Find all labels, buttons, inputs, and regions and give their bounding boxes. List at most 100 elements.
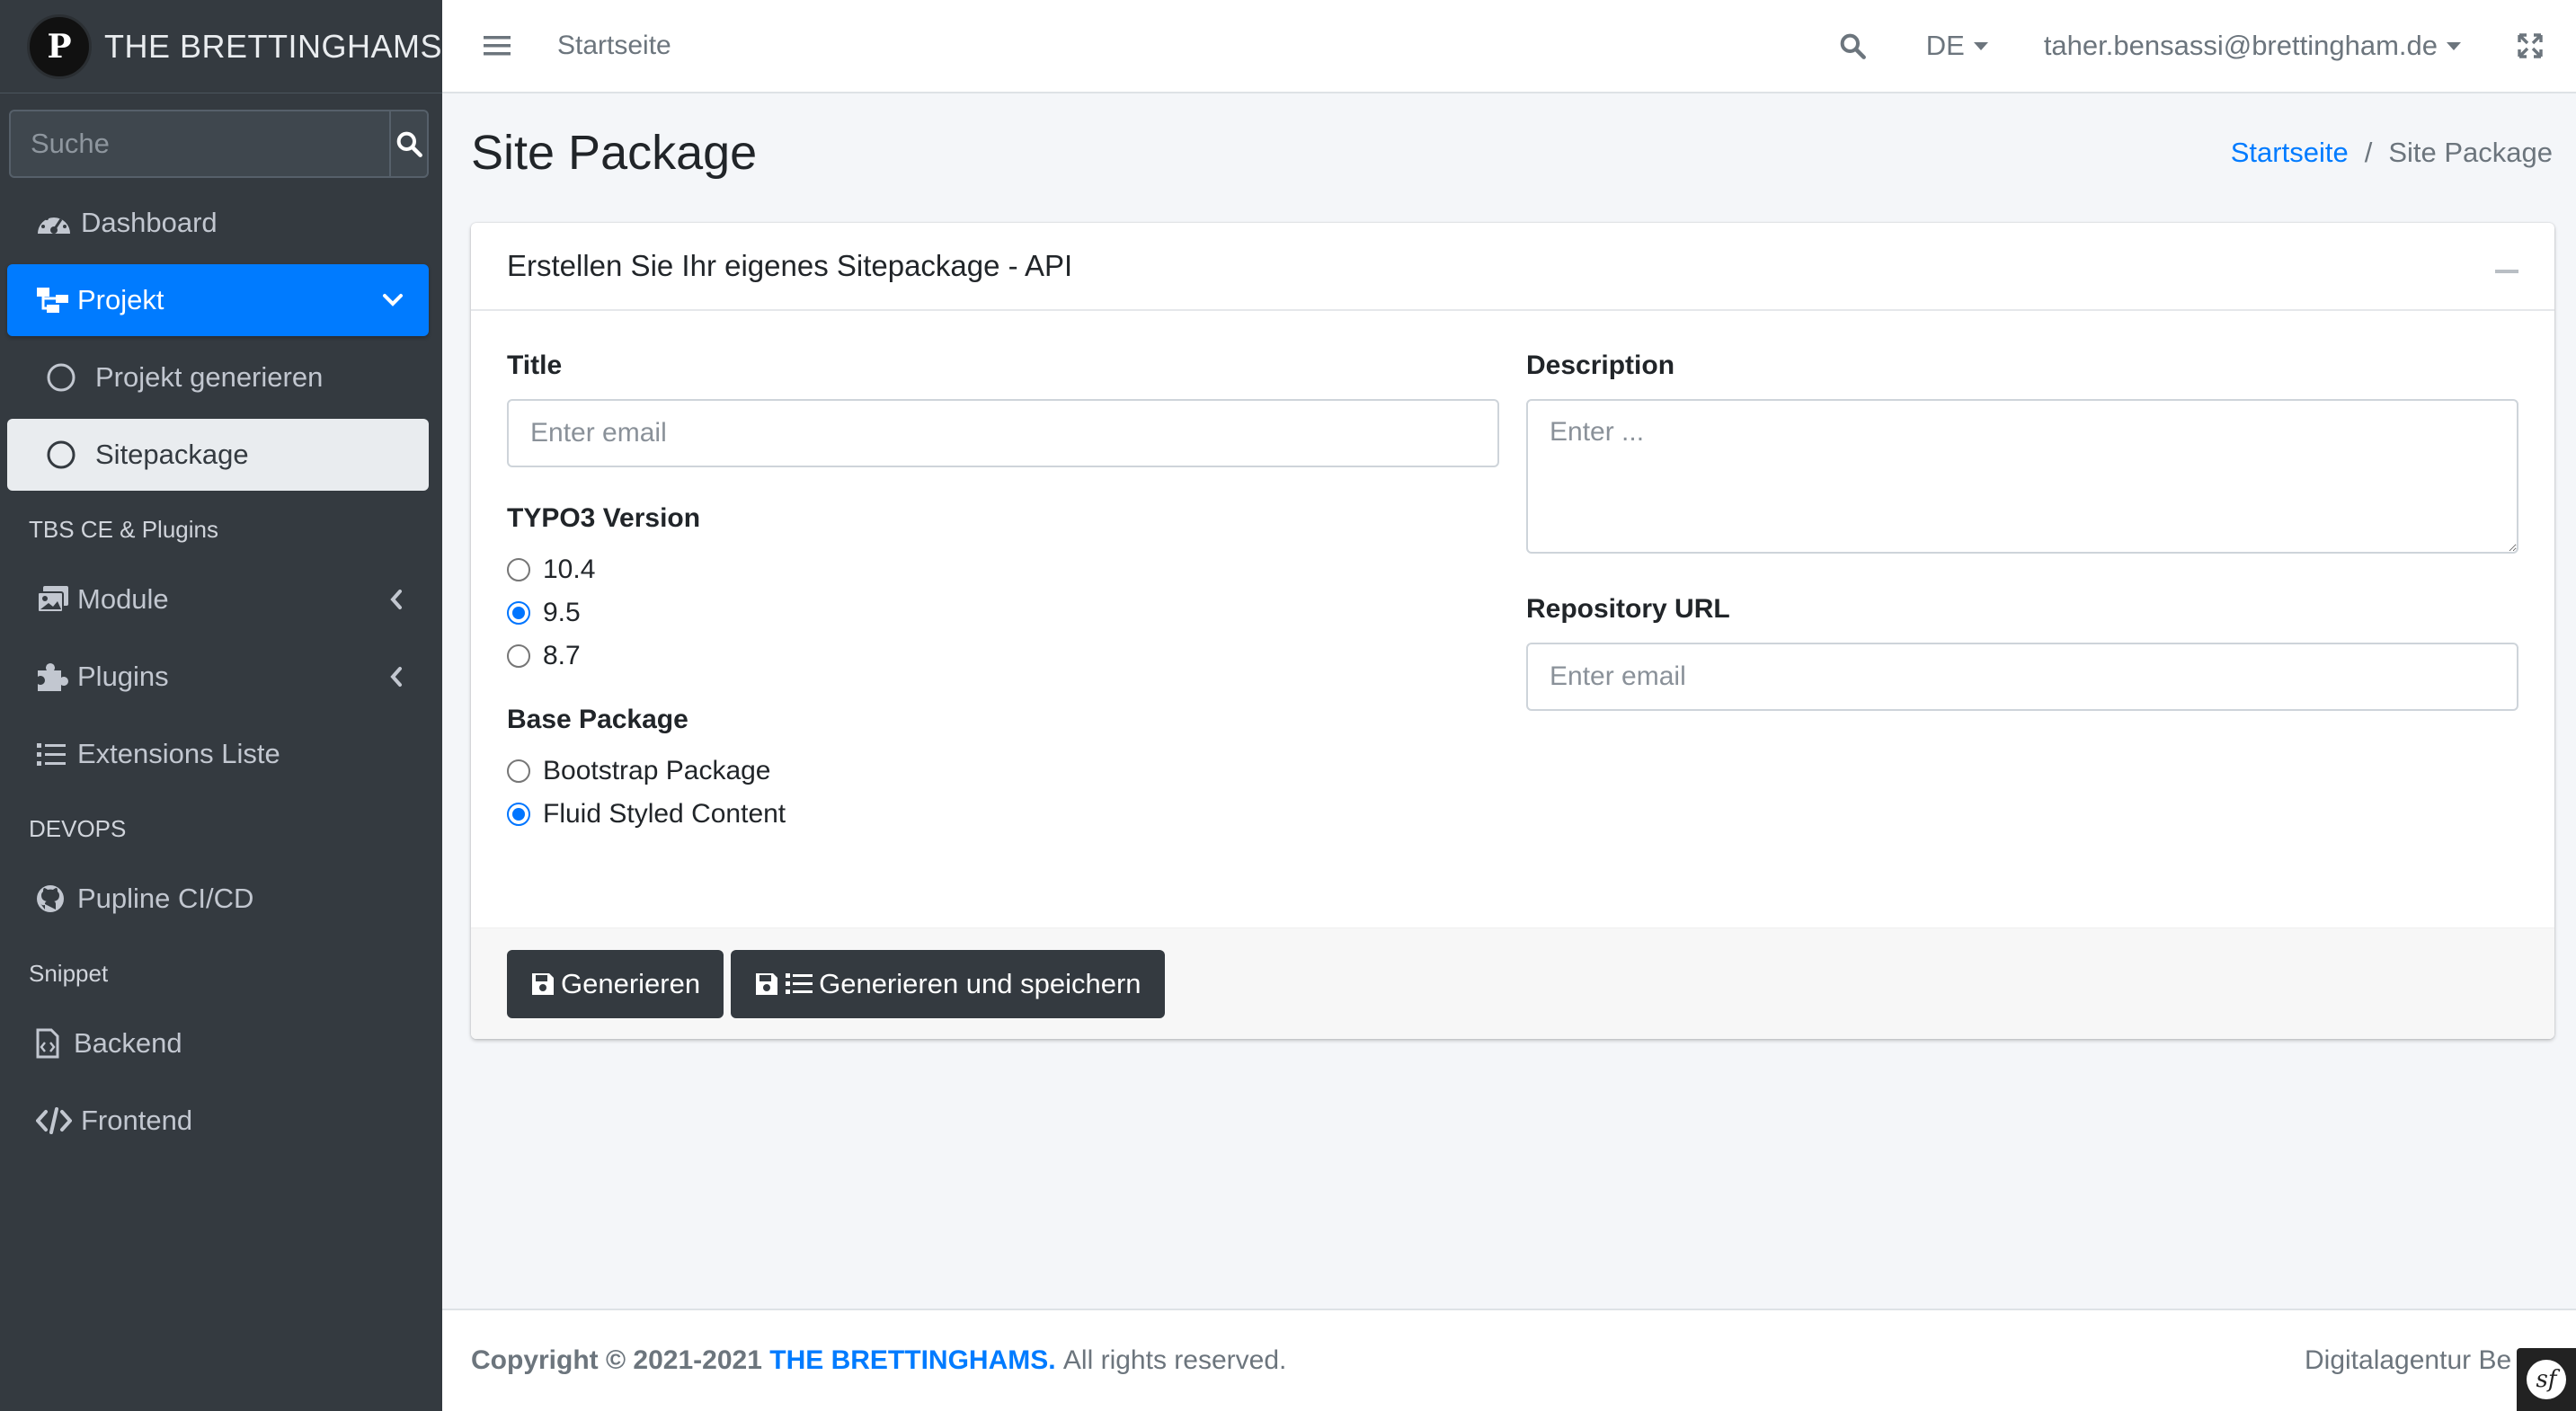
caret-down-icon [2447, 41, 2461, 50]
collapse-minus-icon[interactable] [2495, 270, 2518, 273]
nav-header-snippet: Snippet [29, 960, 109, 987]
radio-label: Fluid Styled Content [543, 799, 786, 829]
chevron-down-icon [382, 293, 404, 307]
sidebar-nav-snippet: Backend Frontend [0, 1007, 442, 1157]
topbar: Startseite DE taher.bensassi@brettingham… [442, 0, 2576, 93]
typo3-option-8-7[interactable]: 8.7 [507, 635, 1499, 678]
user-dropdown[interactable]: taher.bensassi@brettingham.de [2044, 30, 2461, 62]
title-input[interactable] [507, 399, 1499, 467]
breadcrumb: Startseite / Site Package [2231, 137, 2553, 169]
nav-header-devops: DEVOPS [29, 815, 127, 842]
topbar-search-button[interactable] [1838, 31, 1867, 60]
repository-url-label: Repository URL [1526, 594, 1730, 624]
sitemap-icon [36, 286, 72, 315]
sidebar-item-label: Plugins [77, 661, 169, 692]
language-dropdown[interactable]: DE [1926, 30, 1988, 62]
language-label: DE [1925, 30, 1965, 61]
radio-button[interactable] [507, 644, 530, 668]
generate-button[interactable]: Generieren [507, 949, 724, 1018]
github-icon [36, 884, 72, 913]
sidebar-item-label: Dashboard [81, 207, 218, 238]
circle-icon [45, 361, 90, 394]
page-footer: Copyright © 2021-2021 THE BRETTINGHAMS. … [442, 1309, 2576, 1411]
sidebar: P THE BRETTINGHAMS Dashboard Projekt [0, 0, 442, 1411]
radio-button-checked[interactable] [507, 803, 530, 826]
brand-name: THE BRETTINGHAMS [104, 27, 443, 65]
expand-arrows-icon [2518, 33, 2543, 58]
sidebar-search [9, 110, 429, 178]
topbar-home-link[interactable]: Startseite [557, 31, 671, 61]
sidebar-item-dashboard[interactable]: Dashboard [7, 187, 429, 259]
fullscreen-button[interactable] [2517, 32, 2544, 59]
generate-save-button[interactable]: Generieren und speichern [731, 949, 1165, 1018]
list-icon [36, 741, 72, 768]
list-icon [786, 972, 813, 994]
sidebar-item-projekt-generieren[interactable]: Projekt generieren [7, 342, 429, 413]
base-option-bootstrap[interactable]: Bootstrap Package [507, 750, 1499, 793]
card-header: Erstellen Sie Ihr eigenes Sitepackage - … [471, 223, 2554, 311]
content-header: Site Package Startseite / Site Package [471, 117, 2553, 189]
nav-header-tbs: TBS CE & Plugins [29, 516, 218, 543]
radio-label: Bootstrap Package [543, 756, 771, 785]
sidebar-item-frontend[interactable]: Frontend [7, 1085, 429, 1157]
chevron-left-icon [389, 666, 404, 688]
form-column-left: Title TYPO3 Version 10.4 9.5 8.7 Base Pa… [507, 351, 1499, 836]
save-icon [756, 972, 778, 995]
generate-save-button-label: Generieren und speichern [819, 967, 1141, 999]
radio-button[interactable] [507, 759, 530, 783]
sidebar-nav-tbs: Module Plugins Extensions Liste [0, 564, 442, 790]
brand-logo: P [27, 13, 92, 79]
sidebar-item-module[interactable]: Module [7, 564, 429, 635]
sidebar-item-plugins[interactable]: Plugins [7, 641, 429, 713]
radio-label: 10.4 [543, 555, 596, 584]
description-textarea[interactable] [1526, 399, 2518, 554]
sidebar-item-label: Backend [74, 1027, 182, 1059]
sidebar-item-projekt[interactable]: Projekt [7, 264, 429, 336]
symfony-toolbar-toggle[interactable]: sf [2517, 1348, 2576, 1411]
brand-link[interactable]: P THE BRETTINGHAMS [0, 0, 442, 93]
card-footer: Generieren Generieren und speichern [471, 927, 2554, 1039]
sidebar-item-label: Projekt generieren [95, 361, 324, 393]
typo3-option-9-5[interactable]: 9.5 [507, 591, 1499, 635]
repository-url-input[interactable] [1526, 643, 2518, 711]
search-icon [1840, 33, 1866, 59]
sidebar-item-extensions-liste[interactable]: Extensions Liste [7, 718, 429, 790]
puzzle-icon [36, 661, 72, 692]
symfony-logo-icon: sf [2527, 1360, 2566, 1399]
title-label: Title [507, 351, 563, 380]
sidebar-item-label: Pupline CI/CD [77, 883, 254, 914]
copyright-text: Copyright © 2021-2021 [471, 1345, 762, 1375]
sitepackage-card: Erstellen Sie Ihr eigenes Sitepackage - … [471, 223, 2554, 1039]
topbar-right: DE taher.bensassi@brettingham.de [1838, 30, 2576, 62]
radio-button[interactable] [507, 558, 530, 581]
code-icon [36, 1106, 76, 1135]
sidebar-search-input[interactable] [11, 111, 389, 176]
sidebar-item-label: Module [77, 583, 169, 615]
sidebar-item-backend[interactable]: Backend [7, 1007, 429, 1079]
hamburger-menu-icon[interactable] [484, 34, 511, 58]
save-icon [532, 972, 554, 995]
sidebar-item-label: Extensions Liste [77, 738, 280, 769]
typo3-option-10-4[interactable]: 10.4 [507, 548, 1499, 591]
footer-rights: All rights reserved. [1062, 1345, 1287, 1375]
footer-agency-text: Digitalagentur Be [2305, 1345, 2512, 1375]
caret-down-icon [1973, 41, 1988, 50]
footer-brand-link[interactable]: THE BRETTINGHAMS. [769, 1345, 1055, 1375]
form-column-right: Description Repository URL [1526, 351, 2518, 711]
breadcrumb-separator: / [2364, 137, 2373, 168]
tachometer-icon [36, 209, 76, 237]
sidebar-item-sitepackage[interactable]: Sitepackage [7, 419, 429, 491]
brand-logo-text: P [47, 27, 72, 66]
sidebar-item-label: Frontend [81, 1105, 193, 1136]
radio-button-checked[interactable] [507, 601, 530, 625]
generate-button-label: Generieren [561, 967, 701, 999]
sidebar-search-button[interactable] [389, 111, 427, 176]
breadcrumb-home-link[interactable]: Startseite [2231, 137, 2349, 169]
user-email: taher.bensassi@brettingham.de [2043, 30, 2438, 61]
radio-label: 8.7 [543, 641, 581, 670]
sidebar-item-pupline[interactable]: Pupline CI/CD [7, 863, 429, 935]
footer-copyright: Copyright © 2021-2021 THE BRETTINGHAMS. … [471, 1345, 1286, 1376]
sidebar-nav: Dashboard Projekt Projekt generieren Sit… [0, 187, 442, 491]
base-option-fluid[interactable]: Fluid Styled Content [507, 793, 1499, 836]
description-label: Description [1526, 351, 1675, 380]
